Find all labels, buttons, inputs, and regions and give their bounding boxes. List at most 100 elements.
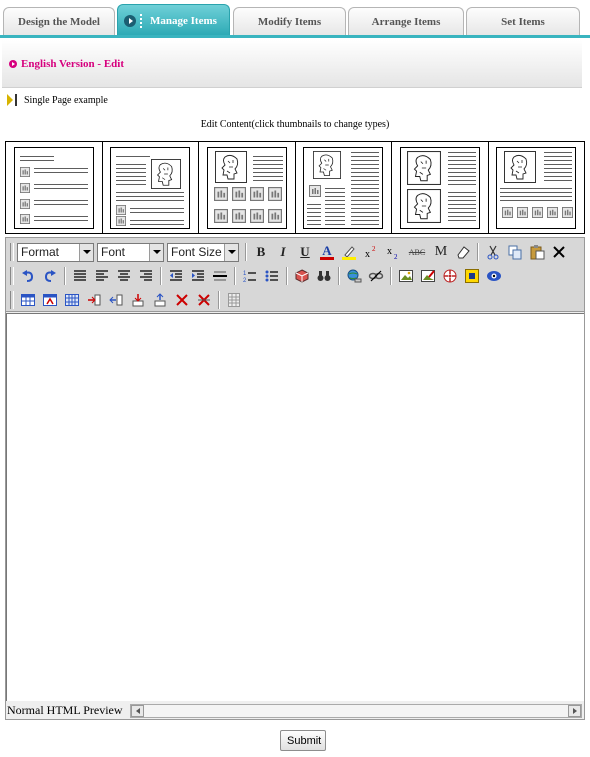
insert-table-button[interactable] (17, 290, 39, 310)
toolbar-separator (218, 291, 220, 309)
font-color-swatch (320, 256, 334, 260)
italic-button[interactable]: I (272, 242, 294, 262)
strikethrough-button[interactable]: ABC (404, 242, 430, 262)
outdent-button[interactable] (165, 266, 187, 286)
tab-manage-items[interactable]: Manage Items (117, 4, 230, 36)
underline-button[interactable]: U (294, 242, 316, 262)
insert-image-button[interactable] (395, 266, 417, 286)
align-center-button[interactable] (113, 266, 135, 286)
delete-cell-icon (176, 294, 188, 306)
toolbar-separator (477, 243, 479, 261)
delete-row-icon (154, 293, 166, 307)
insert-column-button[interactable] (83, 290, 105, 310)
font-select[interactable]: Font (97, 242, 164, 262)
delete-table-button[interactable] (193, 290, 215, 310)
cell-properties-button[interactable] (61, 290, 83, 310)
image-properties-button[interactable] (417, 266, 439, 286)
eraser-icon (457, 246, 470, 259)
image-edit-icon (421, 270, 435, 282)
horizontal-scrollbar[interactable] (130, 704, 582, 718)
scroll-right-icon[interactable] (568, 705, 581, 717)
format-select[interactable]: Format (17, 242, 94, 262)
bullet-list-icon (265, 270, 278, 282)
insert-media-button[interactable] (439, 266, 461, 286)
chevron-down-icon (79, 243, 93, 261)
redo-button[interactable] (39, 266, 61, 286)
cube-icon (295, 269, 309, 283)
tab-design-the-model[interactable]: Design the Model (3, 7, 115, 36)
insert-row-button[interactable] (127, 290, 149, 310)
thumbnail-layout-5[interactable] (392, 142, 489, 233)
tab-modify-items[interactable]: Modify Items (233, 7, 346, 36)
svg-text:2: 2 (243, 278, 247, 284)
thumbnail-layout-1[interactable] (6, 142, 103, 233)
delete-column-icon (109, 294, 123, 306)
section-title: English Version - Edit (21, 58, 125, 70)
superscript-icon: x2 (365, 245, 376, 260)
submit-button[interactable]: Submit (280, 730, 326, 751)
svg-text:x: x (387, 246, 392, 257)
tab-label: Set Items (501, 16, 545, 28)
copy-icon (508, 245, 522, 260)
unlink-button[interactable] (365, 266, 387, 286)
thumbnail-layout-4[interactable] (296, 142, 392, 233)
subscript-button[interactable]: x2 (382, 242, 404, 262)
insert-flash-button[interactable] (461, 266, 483, 286)
font-color-button[interactable]: A (316, 242, 338, 262)
editor-content-area[interactable] (6, 313, 584, 701)
thumbnail-layout-6[interactable] (489, 142, 585, 233)
eye-icon (487, 271, 501, 281)
play-pause-icon (7, 94, 19, 106)
table-grid-button[interactable] (223, 290, 245, 310)
tab-set-items[interactable]: Set Items (466, 7, 580, 36)
ordered-list-icon: 12 (243, 271, 256, 284)
format-select-value: Format (21, 244, 60, 259)
align-left-button[interactable] (91, 266, 113, 286)
align-right-button[interactable] (135, 266, 157, 286)
tab-bar: Design the Model Manage Items Modify Ite… (0, 0, 590, 38)
highlight-button[interactable] (338, 242, 360, 262)
thumbnail-layout-3[interactable] (199, 142, 296, 233)
copy-button[interactable] (504, 242, 526, 262)
superscript-button[interactable]: x2 (360, 242, 382, 262)
find-button[interactable] (313, 266, 335, 286)
preview-button[interactable] (483, 266, 505, 286)
justify-button[interactable] (69, 266, 91, 286)
delete-column-button[interactable] (105, 290, 127, 310)
bullet-list-button[interactable] (261, 266, 283, 286)
svg-text:2: 2 (394, 253, 398, 260)
editor-mode-tabs[interactable]: Normal HTML Preview (6, 703, 123, 718)
scroll-left-icon[interactable] (131, 705, 144, 717)
tab-underline (0, 35, 590, 38)
image-icon (399, 270, 413, 282)
delete-cell-button[interactable] (171, 290, 193, 310)
indent-button[interactable] (187, 266, 209, 286)
table-properties-button[interactable] (39, 290, 61, 310)
close-button[interactable] (548, 242, 570, 262)
insert-object-button[interactable] (291, 266, 313, 286)
eraser-button[interactable] (452, 242, 474, 262)
layout-text-with-right-image (110, 146, 191, 229)
tab-arrange-items[interactable]: Arrange Items (348, 7, 464, 36)
remove-format-icon: M (434, 244, 448, 259)
horizontal-rule-button[interactable] (209, 266, 231, 286)
undo-button[interactable] (17, 266, 39, 286)
toolbar-row-2: 12 (6, 264, 505, 288)
italic-icon: I (280, 244, 286, 259)
paste-button[interactable] (526, 242, 548, 262)
remove-format-button[interactable]: M (430, 242, 452, 262)
font-size-select-value: Font Size (171, 244, 222, 259)
align-justify-icon (74, 270, 86, 281)
cut-button[interactable] (482, 242, 504, 262)
bold-button[interactable]: B (250, 242, 272, 262)
toolbar-grip (10, 291, 14, 309)
thumbnail-layout-2[interactable] (103, 142, 199, 233)
ordered-list-button[interactable]: 12 (239, 266, 261, 286)
delete-row-button[interactable] (149, 290, 171, 310)
font-size-select[interactable]: Font Size (167, 242, 239, 262)
toolbar-separator (64, 267, 66, 285)
highlighter-icon (342, 246, 356, 260)
toolbar-separator (390, 267, 392, 285)
insert-link-button[interactable] (343, 266, 365, 286)
rich-text-editor: Format Font Font Size B I U A x 2 x 2 AB… (5, 237, 585, 720)
